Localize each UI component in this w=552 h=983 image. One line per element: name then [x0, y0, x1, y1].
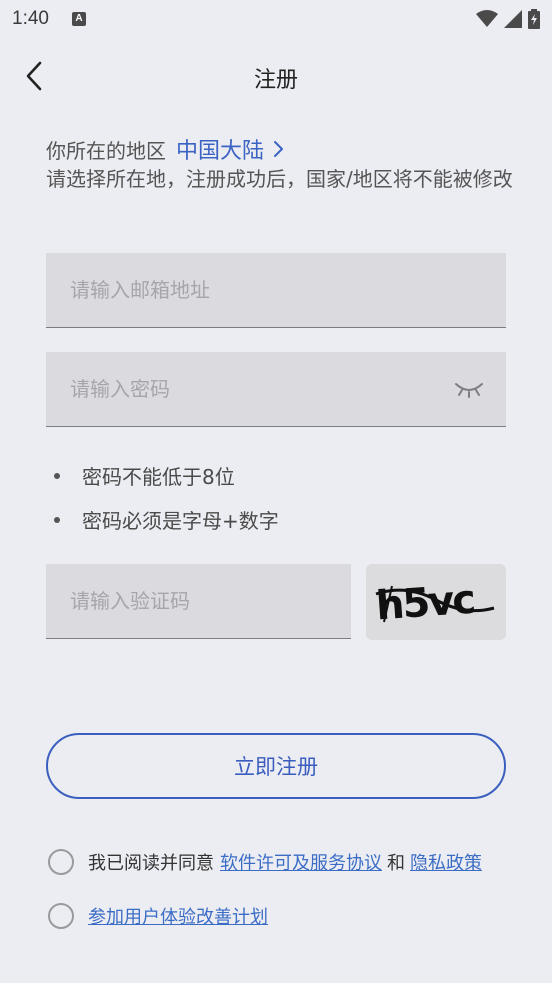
status-time: 1:40	[12, 8, 49, 29]
page-title: 注册	[253, 68, 298, 93]
password-input[interactable]	[46, 352, 506, 426]
password-rule-format: 密码必须是字母+数字	[54, 505, 279, 534]
signal-icon	[504, 10, 522, 28]
captcha-input[interactable]	[46, 564, 351, 638]
region-note: 请选择所在地，注册成功后，国家/地区将不能被修改	[46, 167, 513, 191]
region-selector: 你所在的地区 中国大陆	[46, 133, 286, 165]
agreement-row: 我已阅读并同意 软件许可及服务协议 和 隐私政策	[48, 849, 482, 875]
privacy-link[interactable]: 隐私政策	[410, 849, 482, 875]
region-value: 中国大陆	[176, 139, 265, 164]
password-field-container	[46, 352, 506, 427]
captcha-image[interactable]: h5vc	[366, 564, 506, 640]
app-notification-icon: A	[72, 12, 86, 26]
battery-icon	[528, 9, 540, 29]
password-rule-text: 密码不能低于8位	[82, 465, 235, 489]
nav-bar: 注册	[0, 48, 552, 104]
chevron-right-icon	[274, 141, 284, 157]
password-rule-length: 密码不能低于8位	[54, 461, 235, 490]
captcha-text: h5vc	[374, 577, 475, 630]
captcha-field-container	[46, 564, 351, 639]
bullet-icon	[54, 516, 60, 523]
captcha-graphic: h5vc	[374, 577, 495, 630]
email-field-container	[46, 253, 506, 328]
register-button[interactable]: 立即注册	[46, 733, 506, 799]
experience-row: 参加用户体验改善计划	[48, 903, 268, 929]
bullet-icon	[54, 472, 60, 479]
agreement-radio[interactable]	[48, 849, 74, 875]
wifi-icon	[476, 10, 498, 27]
region-label: 你所在的地区	[46, 138, 166, 163]
eye-closed-icon[interactable]	[454, 378, 484, 400]
agreement-prefix: 我已阅读并同意	[88, 853, 214, 874]
license-link[interactable]: 软件许可及服务协议	[220, 849, 382, 875]
email-input[interactable]	[46, 253, 506, 327]
status-icons	[476, 7, 540, 31]
password-rule-text: 密码必须是字母+数字	[82, 509, 279, 533]
experience-radio[interactable]	[48, 903, 74, 929]
region-value-link[interactable]: 中国大陆	[176, 133, 286, 165]
status-bar: 1:40 A	[0, 0, 552, 38]
agreement-and-text: 和	[387, 853, 405, 874]
experience-plan-link[interactable]: 参加用户体验改善计划	[88, 903, 268, 929]
